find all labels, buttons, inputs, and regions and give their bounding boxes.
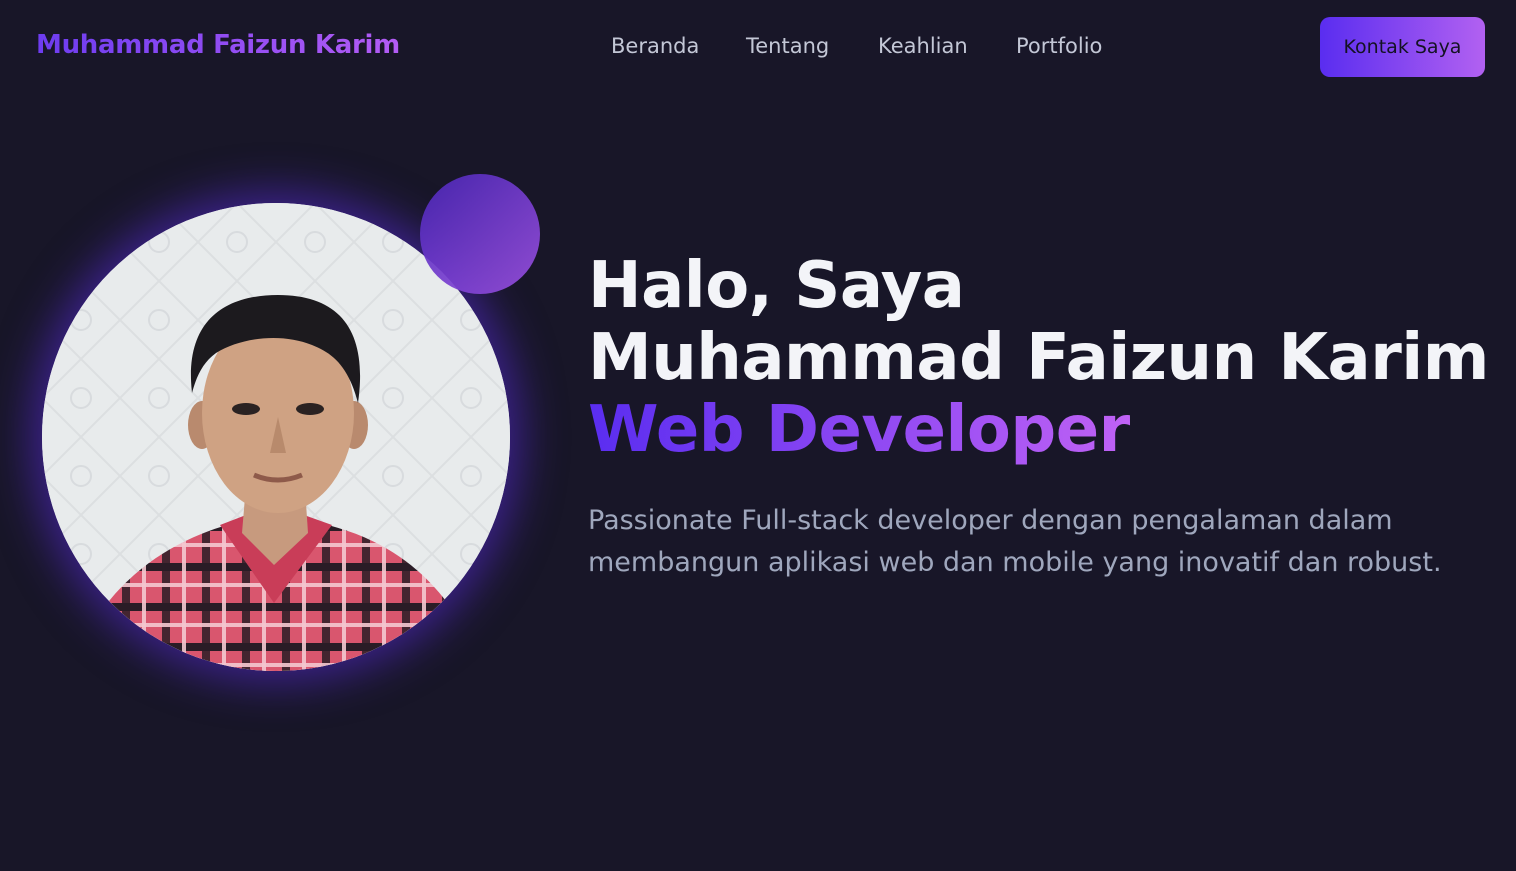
contact-button[interactable]: Kontak Saya	[1320, 17, 1485, 77]
hero-description: Passionate Full-stack developer dengan p…	[588, 505, 1442, 578]
top-navbar: Muhammad Faizun Karim Beranda Tentang Ke…	[0, 0, 1516, 98]
nav-item-keahlian[interactable]: Keahlian	[878, 34, 968, 58]
hero-role: Web Developer	[588, 393, 1130, 467]
hero-name: Muhammad Faizun Karim	[588, 321, 1489, 395]
nav-menu: Beranda Tentang Keahlian Portfolio	[0, 34, 1516, 64]
nav-item-portfolio[interactable]: Portfolio	[1016, 34, 1102, 58]
nav-item-tentang[interactable]: Tentang	[746, 34, 829, 58]
decorative-circle	[420, 174, 540, 294]
hero-greeting: Halo, Saya	[588, 249, 965, 323]
hero-section: Halo, Saya Muhammad Faizun Karim Web Dev…	[588, 249, 1489, 611]
nav-item-beranda[interactable]: Beranda	[611, 34, 699, 58]
